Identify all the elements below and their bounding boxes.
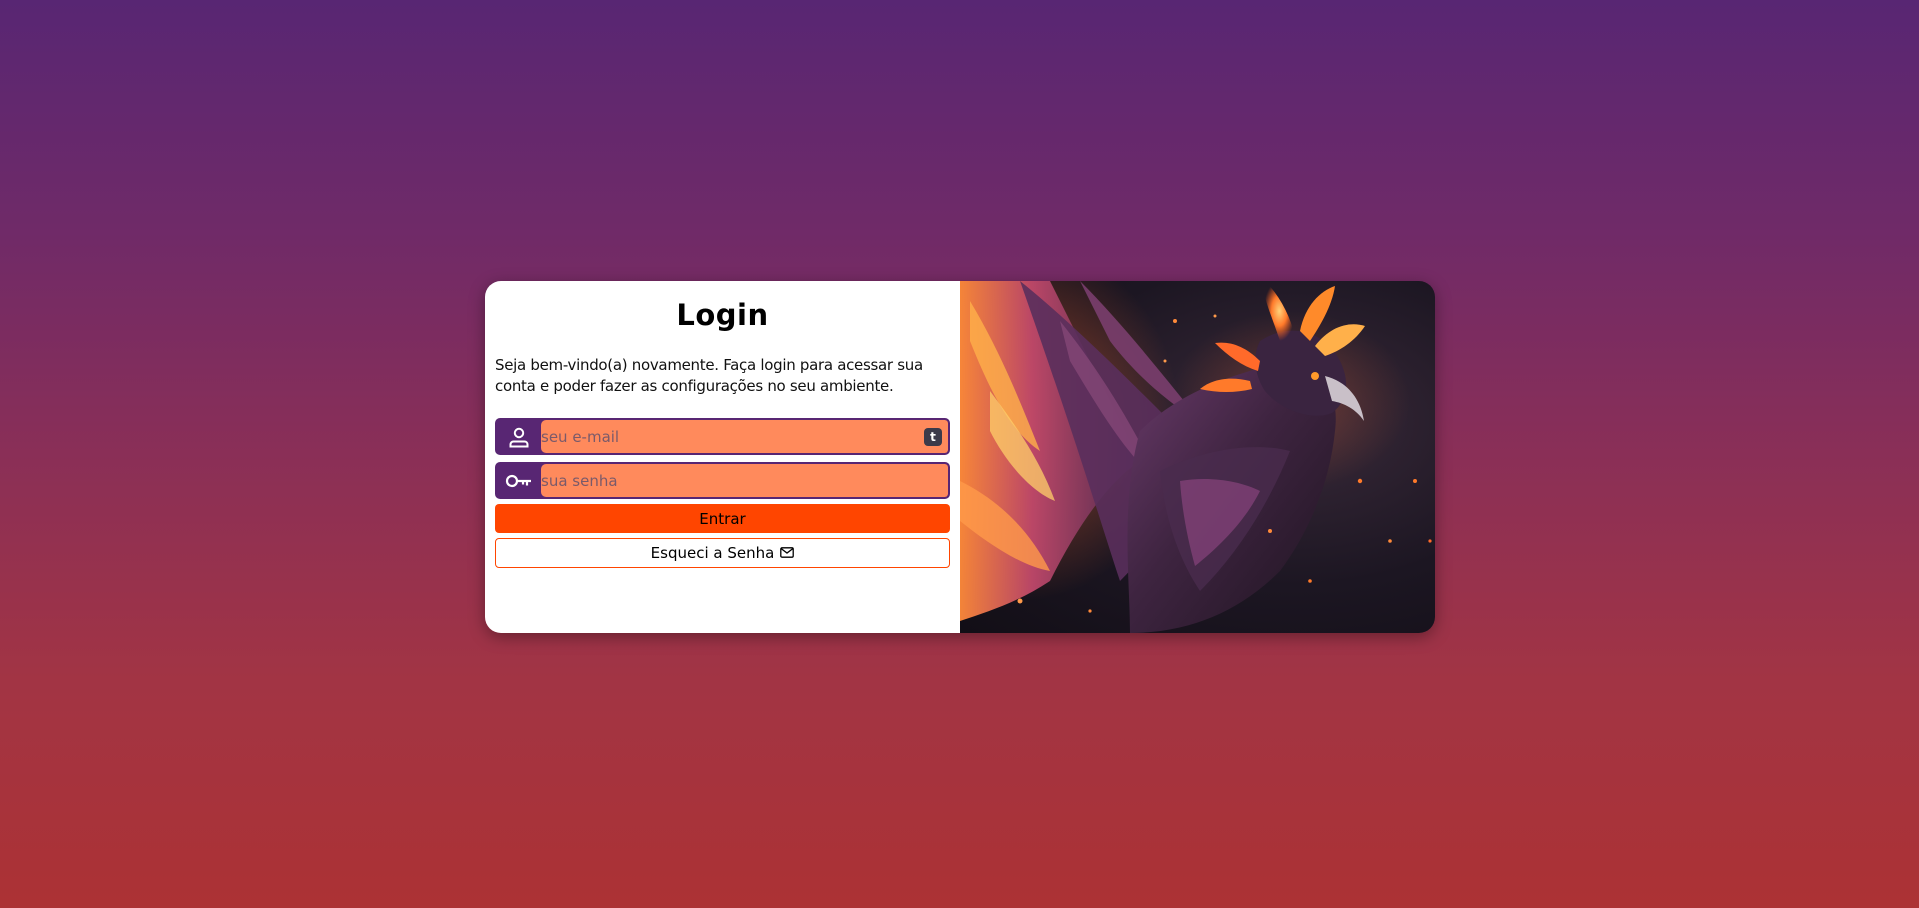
login-button[interactable]: Entrar [495, 504, 950, 533]
forgot-password-label: Esqueci a Senha [650, 544, 775, 562]
password-input[interactable] [541, 464, 948, 497]
email-input[interactable] [541, 420, 948, 453]
welcome-text: Seja bem-vindo(a) novamente. Faça login … [495, 356, 923, 395]
phoenix-illustration [960, 281, 1432, 633]
envelope-icon [780, 544, 795, 562]
hero-image [960, 281, 1435, 633]
key-icon [497, 464, 541, 497]
password-field-group [495, 462, 950, 499]
password-input-wrap [541, 464, 948, 497]
user-icon [497, 420, 541, 453]
email-field-group: t [495, 418, 950, 455]
login-form-panel: Login Seja bem-vindo(a) novamente. Faça … [485, 281, 960, 633]
email-input-wrap: t [541, 420, 948, 453]
login-card: Login Seja bem-vindo(a) novamente. Faça … [485, 281, 1435, 633]
page-title: Login [676, 298, 769, 332]
forgot-password-button[interactable]: Esqueci a Senha [495, 538, 950, 568]
password-manager-badge[interactable]: t [924, 427, 942, 446]
